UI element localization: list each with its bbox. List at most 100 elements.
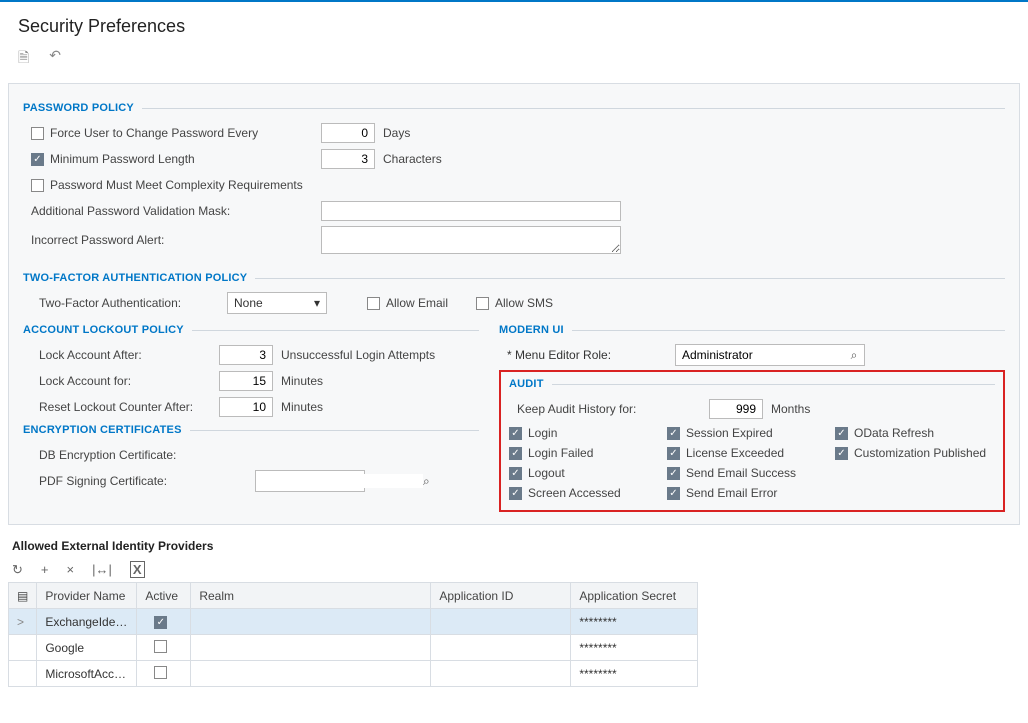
allow-sms-checkbox[interactable] bbox=[476, 297, 489, 310]
search-icon[interactable]: ⌕ bbox=[844, 348, 864, 363]
cell-realm[interactable] bbox=[191, 635, 431, 661]
lock-for-label: Lock Account for: bbox=[39, 374, 131, 388]
table-row[interactable]: >ExchangeIde… ✓ ******** bbox=[9, 609, 698, 635]
active-checkbox[interactable] bbox=[154, 640, 167, 653]
cell-app-secret[interactable]: ******** bbox=[571, 661, 698, 687]
audit-checkbox[interactable]: ✓ bbox=[667, 467, 680, 480]
cell-app-id[interactable] bbox=[431, 635, 571, 661]
audit-label: OData Refresh bbox=[854, 426, 934, 440]
force-change-checkbox[interactable] bbox=[31, 127, 44, 140]
audit-checkbox[interactable]: ✓ bbox=[509, 487, 522, 500]
incorrect-alert-input[interactable] bbox=[321, 226, 621, 254]
row-handle[interactable] bbox=[9, 661, 37, 687]
col-app-secret[interactable]: Application Secret bbox=[571, 583, 698, 609]
table-row[interactable]: Google ******** bbox=[9, 635, 698, 661]
grid-corner[interactable]: ▤ bbox=[9, 583, 37, 609]
row-handle[interactable] bbox=[9, 635, 37, 661]
undo-icon[interactable]: ↶ bbox=[49, 47, 61, 71]
export-icon[interactable]: X bbox=[130, 561, 145, 578]
search-icon[interactable]: ⌕ bbox=[423, 474, 430, 489]
lock-for-input[interactable] bbox=[219, 371, 273, 391]
table-row[interactable]: MicrosoftAcc… ******** bbox=[9, 661, 698, 687]
row-handle[interactable]: > bbox=[9, 609, 37, 635]
delete-icon[interactable]: × bbox=[67, 562, 75, 577]
col-provider-name[interactable]: Provider Name bbox=[37, 583, 137, 609]
min-length-label: Minimum Password Length bbox=[50, 152, 195, 166]
audit-checkbox[interactable]: ✓ bbox=[835, 447, 848, 460]
pdf-cert-lookup[interactable]: ⌕ bbox=[255, 470, 365, 492]
cell-realm[interactable] bbox=[191, 609, 431, 635]
cell-app-secret[interactable]: ******** bbox=[571, 635, 698, 661]
audit-item: ✓Send Email Error bbox=[667, 486, 827, 500]
lock-after-unit: Unsuccessful Login Attempts bbox=[281, 348, 435, 362]
reset-counter-label: Reset Lockout Counter After: bbox=[39, 400, 193, 414]
section-account-lockout: ACCOUNT LOCKOUT POLICY bbox=[23, 324, 479, 336]
audit-checkbox[interactable]: ✓ bbox=[667, 447, 680, 460]
refresh-icon[interactable]: ↻ bbox=[12, 562, 23, 578]
audit-checkbox[interactable]: ✓ bbox=[509, 467, 522, 480]
add-icon[interactable]: + bbox=[41, 562, 49, 577]
audit-item: ✓ License Exceeded bbox=[667, 446, 827, 460]
complexity-checkbox[interactable] bbox=[31, 179, 44, 192]
incorrect-alert-row: Incorrect Password Alert: bbox=[23, 226, 1005, 254]
cell-active[interactable] bbox=[137, 635, 191, 661]
force-change-input[interactable] bbox=[321, 123, 375, 143]
two-column-area: ACCOUNT LOCKOUT POLICY Lock Account Afte… bbox=[23, 318, 1005, 512]
audit-item: ✓Send Email Success bbox=[667, 466, 827, 480]
keep-history-input[interactable] bbox=[709, 399, 763, 419]
active-checkbox[interactable] bbox=[154, 666, 167, 679]
section-modern-ui: MODERN UI bbox=[499, 324, 1005, 336]
cell-app-id[interactable] bbox=[431, 661, 571, 687]
section-label: TWO-FACTOR AUTHENTICATION POLICY bbox=[23, 272, 247, 284]
cell-provider-name[interactable]: Google bbox=[37, 635, 137, 661]
col-active[interactable]: Active bbox=[137, 583, 191, 609]
db-cert-label: DB Encryption Certificate: bbox=[39, 448, 176, 462]
pdf-cert-input[interactable] bbox=[256, 474, 423, 488]
audit-checkbox[interactable]: ✓ bbox=[509, 447, 522, 460]
lock-after-label: Lock Account After: bbox=[39, 348, 142, 362]
section-password-policy: PASSWORD POLICY bbox=[23, 102, 1005, 114]
force-change-unit: Days bbox=[383, 126, 410, 140]
cell-realm[interactable] bbox=[191, 661, 431, 687]
cell-app-id[interactable] bbox=[431, 609, 571, 635]
reset-counter-input[interactable] bbox=[219, 397, 273, 417]
menu-editor-role-input[interactable] bbox=[676, 348, 844, 362]
fit-columns-icon[interactable]: |↔| bbox=[92, 562, 112, 577]
min-length-unit: Characters bbox=[383, 152, 442, 166]
audit-item: ✓Screen Accessed bbox=[509, 486, 659, 500]
tfa-select[interactable]: None ▾ bbox=[227, 292, 327, 314]
audit-checkbox[interactable]: ✓ bbox=[835, 427, 848, 440]
force-change-label: Force User to Change Password Every bbox=[50, 126, 258, 140]
min-length-checkbox[interactable]: ✓ bbox=[31, 153, 44, 166]
col-realm[interactable]: Realm bbox=[191, 583, 431, 609]
page-title: Security Preferences bbox=[0, 2, 1028, 47]
lock-after-input[interactable] bbox=[219, 345, 273, 365]
audit-checkbox[interactable]: ✓ bbox=[667, 427, 680, 440]
col-app-id[interactable]: Application ID bbox=[431, 583, 571, 609]
cell-provider-name[interactable]: MicrosoftAcc… bbox=[37, 661, 137, 687]
chevron-down-icon: ▾ bbox=[314, 296, 320, 310]
tfa-row: Two-Factor Authentication: None ▾ Allow … bbox=[23, 292, 1005, 314]
save-icon[interactable]: 🗎 bbox=[18, 47, 29, 71]
audit-checkbox[interactable]: ✓ bbox=[667, 487, 680, 500]
validation-mask-input[interactable] bbox=[321, 201, 621, 221]
audit-checkbox[interactable]: ✓ bbox=[509, 427, 522, 440]
validation-mask-label: Additional Password Validation Mask: bbox=[31, 204, 230, 218]
section-label: MODERN UI bbox=[499, 324, 564, 336]
tfa-value: None bbox=[234, 296, 263, 310]
min-length-input[interactable] bbox=[321, 149, 375, 169]
audit-highlight-box: AUDIT Keep Audit History for: Months ✓Lo… bbox=[499, 370, 1005, 512]
allow-email-checkbox[interactable] bbox=[367, 297, 380, 310]
section-two-factor: TWO-FACTOR AUTHENTICATION POLICY bbox=[23, 272, 1005, 284]
audit-label: Logout bbox=[528, 466, 565, 480]
audit-label: License Exceeded bbox=[686, 446, 784, 460]
cell-provider-name[interactable]: ExchangeIde… bbox=[37, 609, 137, 635]
active-checkbox[interactable]: ✓ bbox=[154, 616, 167, 629]
section-label: ENCRYPTION CERTIFICATES bbox=[23, 424, 182, 436]
audit-label: Login Failed bbox=[528, 446, 593, 460]
menu-editor-role-lookup[interactable]: ⌕ bbox=[675, 344, 865, 366]
reset-counter-unit: Minutes bbox=[281, 400, 323, 414]
cell-active[interactable]: ✓ bbox=[137, 609, 191, 635]
cell-active[interactable] bbox=[137, 661, 191, 687]
cell-app-secret[interactable]: ******** bbox=[571, 609, 698, 635]
